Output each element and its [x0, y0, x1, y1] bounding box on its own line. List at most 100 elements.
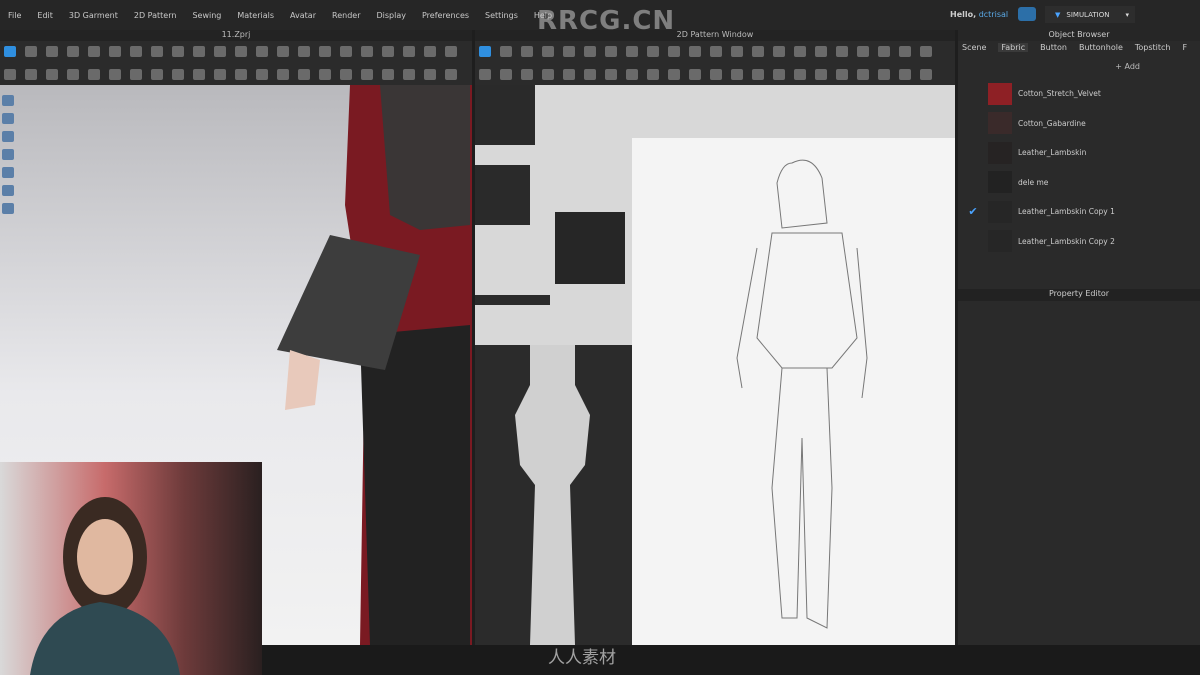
tool-button-icon[interactable]: [4, 69, 16, 80]
menu-avatar[interactable]: Avatar: [282, 11, 324, 20]
tool-button-icon[interactable]: [479, 46, 491, 57]
tool-button-icon[interactable]: [319, 46, 331, 57]
tool-button-icon[interactable]: [340, 69, 352, 80]
tool-button-icon[interactable]: [710, 46, 722, 57]
tool-button-icon[interactable]: [277, 46, 289, 57]
tool-button-icon[interactable]: [710, 69, 722, 80]
tool-button-icon[interactable]: [836, 69, 848, 80]
tool-button-icon[interactable]: [584, 46, 596, 57]
tab-scene[interactable]: Scene: [962, 43, 986, 52]
menu-sewing[interactable]: Sewing: [184, 11, 229, 20]
tool-button-icon[interactable]: [857, 46, 869, 57]
tool-button-icon[interactable]: [731, 46, 743, 57]
tool-button-icon[interactable]: [151, 46, 163, 57]
tool-button-icon[interactable]: [836, 46, 848, 57]
tool-button-icon[interactable]: [172, 46, 184, 57]
add-fabric-button[interactable]: + Add: [958, 54, 1200, 79]
fabric-item[interactable]: dele me: [958, 168, 1200, 198]
tool-button-icon[interactable]: [773, 46, 785, 57]
tool-button-icon[interactable]: [542, 46, 554, 57]
tool-button-icon[interactable]: [920, 46, 932, 57]
tool-button-icon[interactable]: [563, 46, 575, 57]
tool-button-icon[interactable]: [256, 46, 268, 57]
tab-topstitch[interactable]: Topstitch: [1135, 43, 1171, 52]
tool-button-icon[interactable]: [403, 69, 415, 80]
tool-button-icon[interactable]: [605, 69, 617, 80]
tool-button-icon[interactable]: [46, 69, 58, 80]
tool-button-icon[interactable]: [668, 46, 680, 57]
menu-2d-pattern[interactable]: 2D Pattern: [126, 11, 185, 20]
tool-button-icon[interactable]: [878, 69, 890, 80]
fabric-item[interactable]: Cotton_Stretch_Velvet: [958, 79, 1200, 109]
tool-button-icon[interactable]: [382, 46, 394, 57]
tool-button-icon[interactable]: [88, 69, 100, 80]
tool-button-icon[interactable]: [424, 69, 436, 80]
tool-button-icon[interactable]: [500, 46, 512, 57]
tool-button-icon[interactable]: [235, 69, 247, 80]
tool-button-icon[interactable]: [445, 46, 457, 57]
tool-button-icon[interactable]: [172, 69, 184, 80]
tool-button-icon[interactable]: [319, 69, 331, 80]
tool-button-icon[interactable]: [773, 69, 785, 80]
tool-icon[interactable]: [2, 185, 14, 196]
tool-button-icon[interactable]: [584, 69, 596, 80]
tool-button-icon[interactable]: [857, 69, 869, 80]
menu-preferences[interactable]: Preferences: [414, 11, 477, 20]
tool-button-icon[interactable]: [605, 46, 617, 57]
tool-button-icon[interactable]: [214, 46, 226, 57]
user-greeting[interactable]: Hello, dctrisal: [950, 10, 1008, 19]
mode-dropdown[interactable]: ▼ SIMULATION ▾: [1045, 6, 1135, 23]
tool-button-icon[interactable]: [731, 69, 743, 80]
tool-button-icon[interactable]: [25, 46, 37, 57]
tool-button-icon[interactable]: [752, 46, 764, 57]
fabric-item[interactable]: Leather_Lambskin: [958, 138, 1200, 168]
tab-fabric[interactable]: Fabric: [998, 43, 1029, 52]
tool-icon[interactable]: [2, 131, 14, 142]
tool-button-icon[interactable]: [920, 69, 932, 80]
checkmark-icon[interactable]: ✔: [958, 205, 988, 218]
fabric-item[interactable]: Cotton_Gabardine: [958, 109, 1200, 139]
tool-button-icon[interactable]: [193, 69, 205, 80]
tool-icon[interactable]: [2, 113, 14, 124]
tool-button-icon[interactable]: [689, 46, 701, 57]
tool-icon[interactable]: [2, 149, 14, 160]
tool-button-icon[interactable]: [626, 69, 638, 80]
tool-button-icon[interactable]: [542, 69, 554, 80]
tool-button-icon[interactable]: [752, 69, 764, 80]
tool-button-icon[interactable]: [130, 69, 142, 80]
tool-icon[interactable]: [2, 167, 14, 178]
tool-button-icon[interactable]: [403, 46, 415, 57]
menu-3d-garment[interactable]: 3D Garment: [61, 11, 126, 20]
tool-button-icon[interactable]: [899, 46, 911, 57]
tool-button-icon[interactable]: [689, 69, 701, 80]
tool-button-icon[interactable]: [67, 46, 79, 57]
tool-icon[interactable]: [2, 95, 14, 106]
tool-button-icon[interactable]: [563, 69, 575, 80]
tool-button-icon[interactable]: [298, 46, 310, 57]
tool-button-icon[interactable]: [794, 69, 806, 80]
tool-icon[interactable]: [2, 203, 14, 214]
tool-button-icon[interactable]: [46, 46, 58, 57]
tool-button-icon[interactable]: [151, 69, 163, 80]
tool-button-icon[interactable]: [794, 46, 806, 57]
tool-button-icon[interactable]: [479, 69, 491, 80]
fabric-item[interactable]: Leather_Lambskin Copy 2: [958, 227, 1200, 257]
tool-button-icon[interactable]: [815, 46, 827, 57]
tool-button-icon[interactable]: [878, 46, 890, 57]
menu-display[interactable]: Display: [368, 11, 414, 20]
tab-f[interactable]: F: [1183, 43, 1188, 52]
tool-button-icon[interactable]: [340, 46, 352, 57]
tool-button-icon[interactable]: [424, 46, 436, 57]
tool-button-icon[interactable]: [647, 46, 659, 57]
tool-button-icon[interactable]: [109, 69, 121, 80]
tool-button-icon[interactable]: [668, 69, 680, 80]
tool-button-icon[interactable]: [500, 69, 512, 80]
tool-button-icon[interactable]: [521, 46, 533, 57]
tool-button-icon[interactable]: [88, 46, 100, 57]
cloud-icon[interactable]: [1018, 7, 1036, 21]
tool-button-icon[interactable]: [67, 69, 79, 80]
tab-buttonhole[interactable]: Buttonhole: [1079, 43, 1123, 52]
tool-button-icon[interactable]: [277, 69, 289, 80]
tool-button-icon[interactable]: [445, 69, 457, 80]
tool-button-icon[interactable]: [193, 46, 205, 57]
